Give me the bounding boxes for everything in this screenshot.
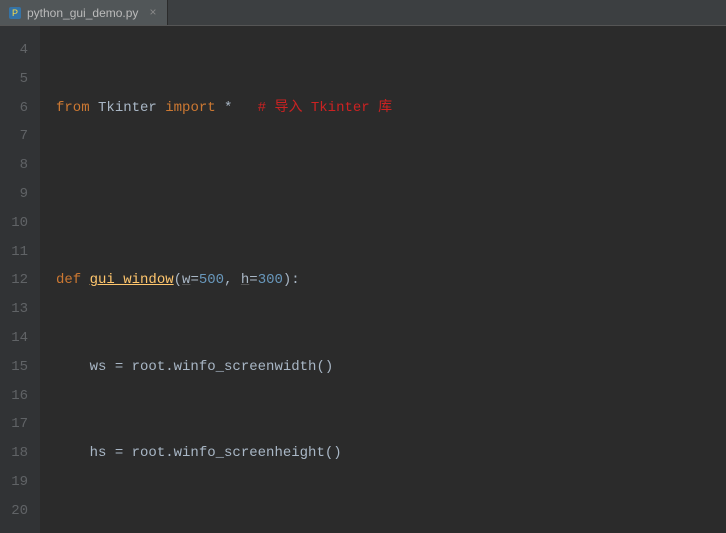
line-number: 19 — [0, 468, 40, 497]
line-number: 5 — [0, 65, 40, 94]
code-line: ws = root.winfo_screenwidth() — [56, 353, 726, 382]
line-number: 15 — [0, 353, 40, 382]
svg-text:P: P — [12, 8, 18, 18]
line-number: 10 — [0, 209, 40, 238]
code-line: x = (ws / 2) - (w / 2) — [56, 526, 726, 533]
line-number: 17 — [0, 410, 40, 439]
line-number: 16 — [0, 382, 40, 411]
code-line: from Tkinter import * # 导入 Tkinter 库 — [56, 94, 726, 123]
line-number: 8 — [0, 151, 40, 180]
line-number: 7 — [0, 122, 40, 151]
code-line: hs = root.winfo_screenheight() — [56, 439, 726, 468]
line-number: 6 — [0, 94, 40, 123]
line-number: 18 — [0, 439, 40, 468]
line-number: 12 — [0, 266, 40, 295]
line-number: 14 — [0, 324, 40, 353]
close-icon[interactable]: × — [149, 6, 156, 20]
code-area[interactable]: from Tkinter import * # 导入 Tkinter 库 def… — [40, 26, 726, 533]
tab-bar: P python_gui_demo.py × — [0, 0, 726, 26]
code-line — [56, 180, 726, 209]
gutter: 4 5 6 7 8 9 10 11 12 13 14 15 16 17 18 1… — [0, 26, 40, 533]
line-number: 4 — [0, 36, 40, 65]
line-number: 9 — [0, 180, 40, 209]
line-number: 13 — [0, 295, 40, 324]
file-tab[interactable]: P python_gui_demo.py × — [0, 0, 168, 25]
python-file-icon: P — [8, 6, 22, 20]
line-number: 20 — [0, 497, 40, 526]
line-number: 11 — [0, 238, 40, 267]
code-line: def gui_window(w=500, h=300): — [56, 266, 726, 295]
tab-filename: python_gui_demo.py — [27, 6, 138, 20]
editor: 4 5 6 7 8 9 10 11 12 13 14 15 16 17 18 1… — [0, 26, 726, 533]
